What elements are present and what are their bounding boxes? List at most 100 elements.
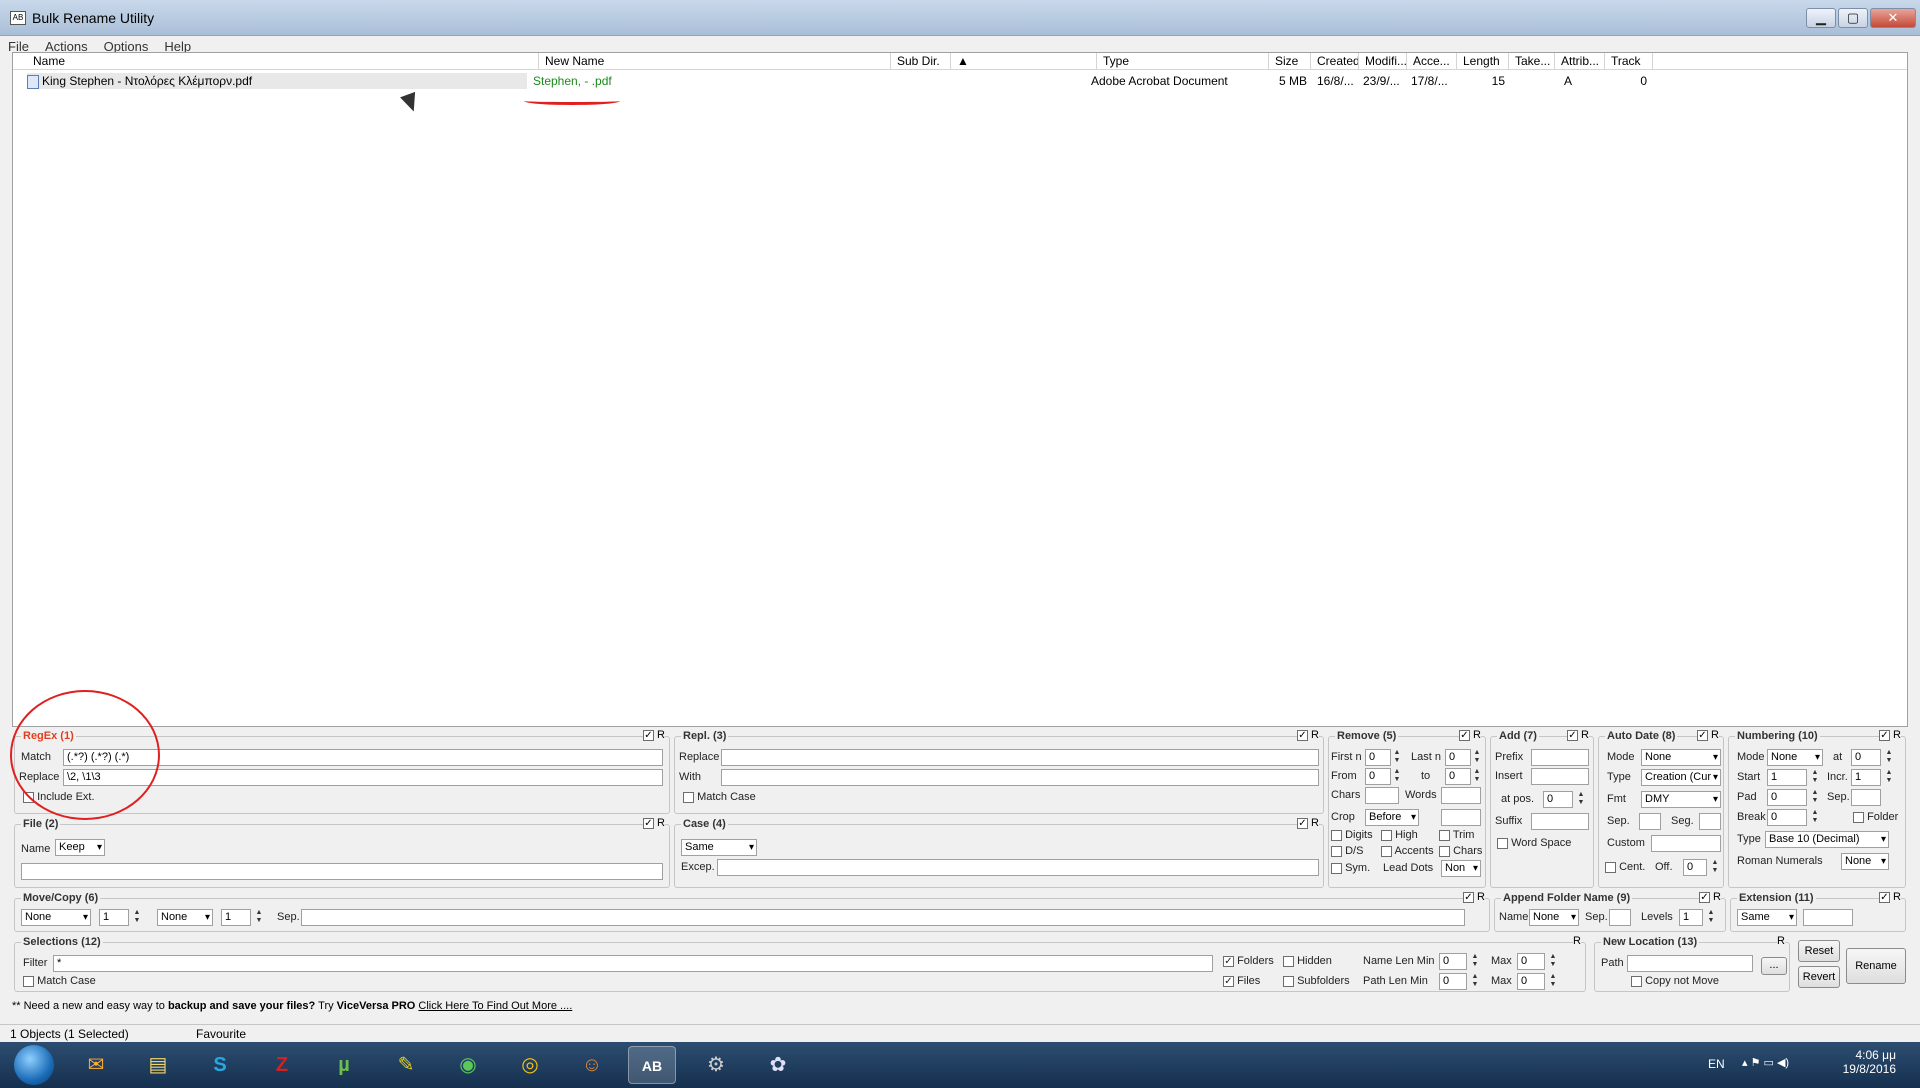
add-at-pos-input[interactable]: 0 (1543, 791, 1573, 808)
numbering-pad-spinner[interactable]: ▲ ▼ (1809, 789, 1821, 806)
remove-high-option[interactable]: High (1381, 829, 1418, 841)
file-reset[interactable]: R (657, 817, 665, 829)
col-length[interactable]: Length (1457, 53, 1509, 70)
autodate-seg-input[interactable] (1699, 813, 1721, 830)
appendfolder-enable-checkbox[interactable]: ✓ (1698, 891, 1710, 903)
selections-folders-checkbox[interactable]: ✓ (1223, 955, 1234, 967)
maximize-button[interactable]: ▢ (1838, 8, 1868, 28)
minimize-button[interactable]: ▁ (1806, 8, 1836, 28)
numbering-start-spinner[interactable]: ▲ ▼ (1809, 769, 1821, 786)
repl-with-input[interactable] (721, 769, 1319, 786)
movecopy-num-1[interactable]: 1 (99, 909, 129, 926)
newlocation-reset[interactable]: R (1777, 935, 1785, 947)
remove-lead-dots-select[interactable]: Non (1441, 860, 1481, 877)
tray-icons[interactable]: ▴ ⚑ ▭ ◀) (1742, 1056, 1789, 1088)
revert-button[interactable]: Revert (1798, 966, 1840, 988)
appendfolder-levels-spinner[interactable]: ▲ ▼ (1705, 909, 1717, 926)
remove-from-spinner[interactable]: ▲ ▼ (1391, 768, 1403, 785)
col-name[interactable]: Name (27, 53, 539, 70)
numbering-type-select[interactable]: Base 10 (Decimal) (1765, 831, 1889, 848)
remove-digits-option[interactable]: Digits (1331, 829, 1373, 841)
paint-icon[interactable]: ✿ (754, 1046, 802, 1084)
remove-ds-checkbox[interactable] (1331, 845, 1342, 857)
utorrent-icon[interactable]: µ (320, 1046, 368, 1084)
movecopy-reset[interactable]: R (1477, 891, 1485, 903)
filezilla-icon[interactable]: Z (258, 1046, 306, 1084)
movecopy-enable-checkbox[interactable]: ✓ (1462, 891, 1474, 903)
reset-button[interactable]: Reset (1798, 940, 1840, 962)
extension-input[interactable] (1803, 909, 1853, 926)
add-at-pos-spinner[interactable]: ▲ ▼ (1575, 791, 1587, 808)
copy-not-move-option[interactable]: Copy not Move (1631, 975, 1719, 987)
remove-trim-checkbox[interactable] (1439, 829, 1450, 841)
repl-match-case-option[interactable]: Match Case (683, 791, 756, 803)
remove-words-input[interactable] (1441, 787, 1481, 804)
name-len-min-spinner[interactable]: ▲ ▼ (1469, 953, 1481, 970)
extension-enable-checkbox[interactable]: ✓ (1878, 891, 1890, 903)
numbering-folder-checkbox[interactable] (1853, 811, 1864, 823)
remove-first-n-input[interactable]: 0 (1365, 749, 1391, 766)
col-taken[interactable]: Take... (1509, 53, 1555, 70)
ie-icon[interactable]: ◉ (444, 1046, 492, 1084)
remove-last-n-input[interactable]: 0 (1445, 749, 1471, 766)
remove-high-checkbox[interactable] (1381, 829, 1392, 841)
remove-ds-option[interactable]: D/S (1331, 845, 1363, 857)
add-word-space-option[interactable]: Word Space (1497, 837, 1571, 849)
case-reset[interactable]: R (1311, 817, 1319, 829)
numbering-incr-spinner[interactable]: ▲ ▼ (1883, 769, 1895, 786)
selections-reset[interactable]: R (1573, 935, 1581, 947)
remove-chars-input[interactable] (1365, 787, 1399, 804)
extension-select[interactable]: Same (1737, 909, 1797, 926)
camera-icon[interactable]: ⚙ (692, 1046, 740, 1084)
newlocation-path-input[interactable] (1627, 955, 1753, 972)
name-len-max-spinner[interactable]: ▲ ▼ (1547, 953, 1559, 970)
add-insert-input[interactable] (1531, 768, 1589, 785)
col-accessed[interactable]: Acce... (1407, 53, 1457, 70)
numbering-folder-option[interactable]: Folder (1853, 811, 1898, 823)
autodate-enable-checkbox[interactable]: ✓ (1696, 729, 1708, 741)
add-word-space-checkbox[interactable] (1497, 837, 1508, 849)
repl-match-case-checkbox[interactable] (683, 791, 694, 803)
col-size[interactable]: Size (1269, 53, 1311, 70)
file-name-input[interactable] (21, 863, 663, 880)
extension-reset[interactable]: R (1893, 891, 1901, 903)
add-suffix-input[interactable] (1531, 813, 1589, 830)
numbering-pad-input[interactable]: 0 (1767, 789, 1807, 806)
autodate-cent-checkbox[interactable] (1605, 861, 1616, 873)
file-name-select[interactable]: Keep (55, 839, 105, 856)
add-prefix-input[interactable] (1531, 749, 1589, 766)
selections-subfolders-checkbox[interactable] (1283, 975, 1294, 987)
numbering-at-spinner[interactable]: ▲ ▼ (1883, 749, 1895, 766)
selections-files-option[interactable]: ✓ Files (1223, 975, 1260, 987)
copy-not-move-checkbox[interactable] (1631, 975, 1642, 987)
chrome-icon[interactable]: ◎ (506, 1046, 554, 1084)
selections-filter-input[interactable]: * (53, 955, 1213, 972)
path-len-max-spinner[interactable]: ▲ ▼ (1547, 973, 1559, 990)
numbering-enable-checkbox[interactable]: ✓ (1878, 729, 1890, 741)
remove-accents-option[interactable]: Accents (1381, 845, 1434, 857)
browse-button[interactable]: ... (1761, 957, 1787, 975)
bulk-rename-icon[interactable]: AB (628, 1046, 676, 1084)
promo-link[interactable]: Click Here To Find Out More .... (418, 1000, 572, 1012)
movecopy-sep-input[interactable] (301, 909, 1465, 926)
appendfolder-sep-input[interactable] (1609, 909, 1631, 926)
add-enable-checkbox[interactable]: ✓ (1566, 729, 1578, 741)
remove-trim-option[interactable]: Trim (1439, 829, 1474, 841)
remove-from-input[interactable]: 0 (1365, 768, 1391, 785)
name-len-min-input[interactable]: 0 (1439, 953, 1467, 970)
appendfolder-reset[interactable]: R (1713, 891, 1721, 903)
col-attrib[interactable]: Attrib... (1555, 53, 1605, 70)
selections-folders-option[interactable]: ✓ Folders (1223, 955, 1274, 967)
col-track[interactable]: Track (1605, 53, 1653, 70)
selections-match-case-checkbox[interactable] (23, 975, 34, 987)
start-button[interactable] (14, 1045, 54, 1085)
remove-sym-option[interactable]: Sym. (1331, 862, 1370, 874)
remove-chars2-checkbox[interactable] (1439, 845, 1450, 857)
col-new-name[interactable]: New Name (539, 53, 891, 70)
numbering-reset[interactable]: R (1893, 729, 1901, 741)
path-len-max-input[interactable]: 0 (1517, 973, 1545, 990)
remove-crop-input[interactable] (1441, 809, 1481, 826)
outlook-icon[interactable]: ✉ (72, 1046, 120, 1084)
repl-reset[interactable]: R (1311, 729, 1319, 741)
file-list[interactable]: Name New Name Sub Dir. ▲ Type Size Creat… (12, 52, 1908, 727)
